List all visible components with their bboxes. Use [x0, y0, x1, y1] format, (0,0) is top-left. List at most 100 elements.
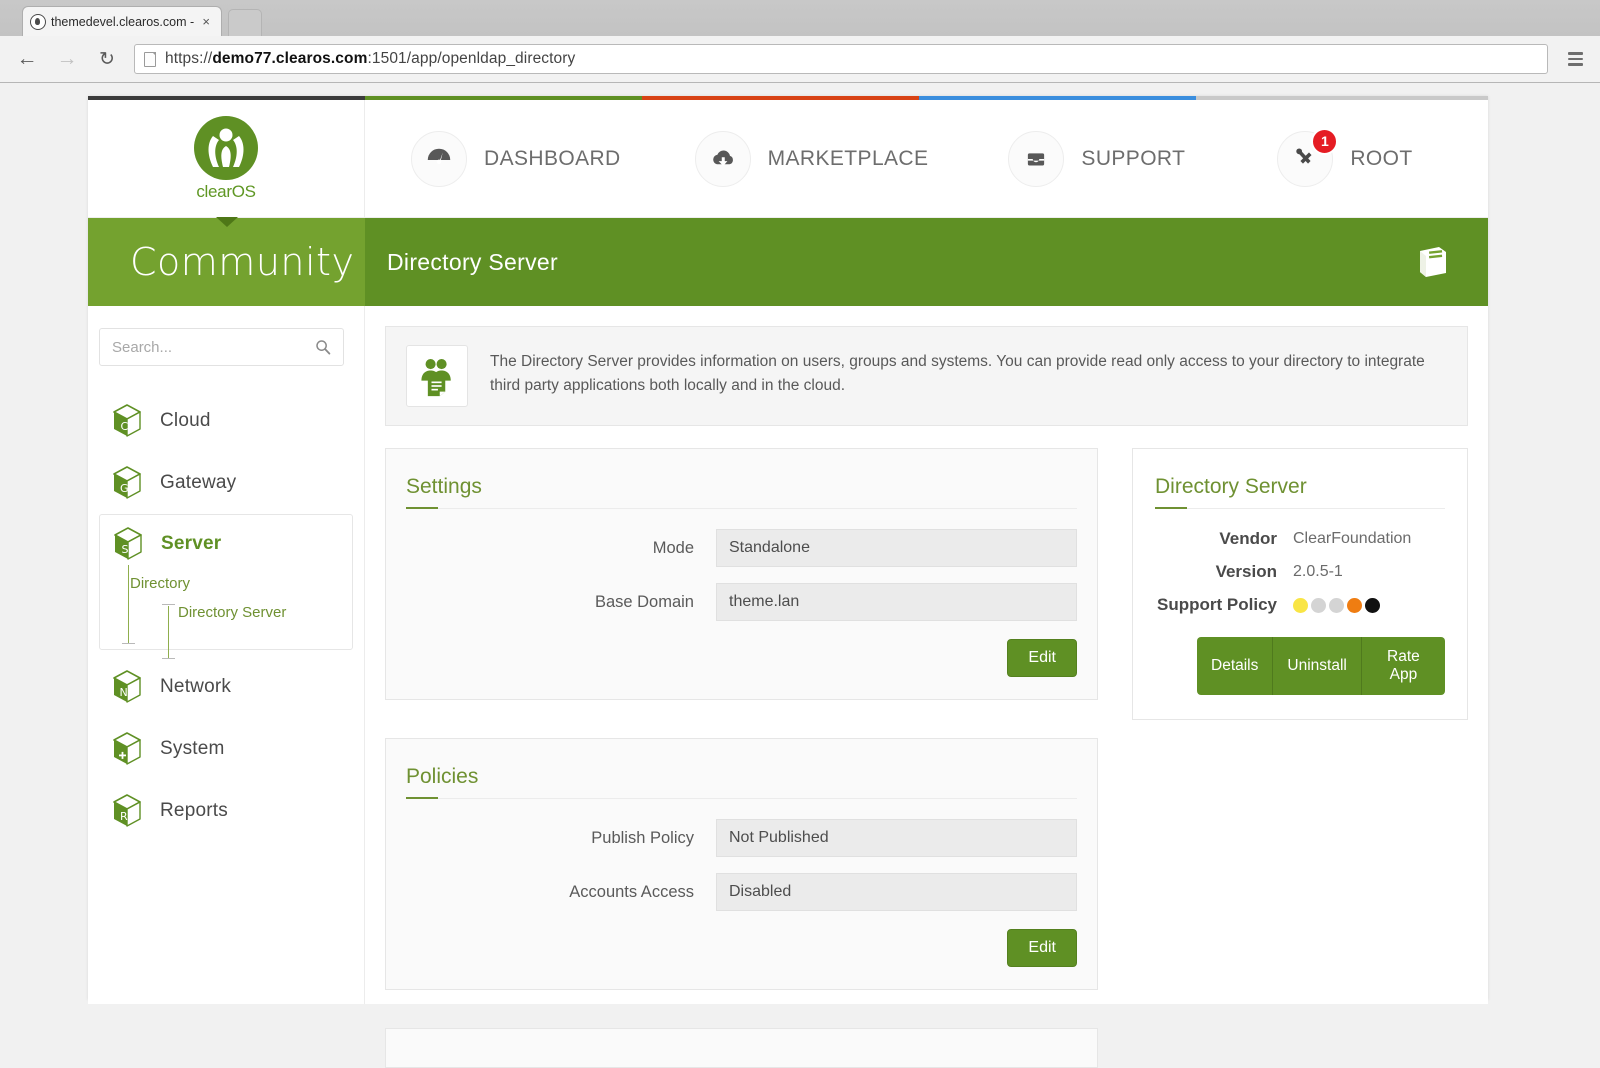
nav-item-dashboard[interactable]: DASHBOARD	[407, 130, 625, 187]
content-columns: Settings Mode Standalone Base Domain the…	[385, 448, 1468, 1068]
cube-icon: S	[111, 525, 145, 563]
search-box[interactable]	[99, 328, 344, 366]
close-icon[interactable]: ×	[198, 15, 214, 28]
app-description-banner: The Directory Server provides informatio…	[385, 326, 1468, 426]
tree-line-cap	[162, 604, 175, 605]
edition-label: Community	[130, 240, 355, 284]
settings-edit-button[interactable]: Edit	[1007, 639, 1077, 677]
banner-notch	[215, 217, 238, 227]
details-button[interactable]: Details	[1197, 637, 1274, 695]
browser-menu-icon[interactable]	[1560, 43, 1590, 75]
main-content: The Directory Server provides informatio…	[365, 306, 1488, 1068]
tree-line-cap	[122, 643, 135, 644]
url-path: :1501/app/openldap_directory	[367, 50, 576, 67]
reload-button[interactable]: ↻	[90, 42, 124, 76]
svg-text:S: S	[122, 543, 129, 556]
sidebar-item-reports[interactable]: R Reports	[88, 780, 364, 842]
users-document-icon	[406, 345, 468, 407]
clearos-logo-icon	[193, 115, 259, 181]
browser-tab-title: themedevel.clearos.com -	[51, 14, 195, 29]
brand-logo[interactable]: clearOS	[88, 100, 365, 217]
support-policy-dot-1	[1311, 597, 1326, 613]
tree-line	[168, 606, 169, 658]
tools-icon: 1	[1277, 127, 1339, 187]
field-label: Mode	[652, 538, 694, 557]
policies-panel: Policies Publish Policy Not Published Ac…	[385, 738, 1098, 990]
sidebar-item-system[interactable]: System	[88, 718, 364, 780]
sidebar-item-gateway[interactable]: G Gateway	[88, 452, 364, 514]
app-info-label: Version	[1215, 562, 1277, 581]
sidebar-item-label: Cloud	[160, 410, 211, 431]
sidebar-subitem-directory-server[interactable]: Directory Server	[130, 602, 352, 659]
sidebar-group-server: S Server Directory Directory Server	[99, 514, 353, 659]
nav-item-root[interactable]: 1 ROOT	[1273, 127, 1416, 187]
forward-button[interactable]: →	[50, 42, 84, 76]
notification-badge: 1	[1311, 127, 1339, 155]
cube-icon: R	[110, 792, 144, 830]
page-banner: Community Directory Server	[88, 217, 1488, 306]
sidebar-item-cloud[interactable]: C Cloud	[88, 390, 364, 452]
tree-line-cap	[162, 658, 175, 659]
settings-actions: Edit	[406, 639, 1077, 677]
url-scheme: https://	[165, 50, 213, 67]
sidebar-item-label: Gateway	[160, 472, 237, 493]
sidebar-item-network[interactable]: N Network	[88, 656, 364, 718]
settings-panel: Settings Mode Standalone Base Domain the…	[385, 448, 1098, 700]
sidebar-subtree: Directory Directory Server	[100, 565, 352, 659]
svg-text:G: G	[120, 482, 129, 495]
nav-item-support[interactable]: SUPPORT	[1004, 130, 1189, 187]
browser-tab[interactable]: themedevel.clearos.com - ×	[22, 6, 222, 36]
sidebar-subitem-label: Directory Server	[178, 604, 287, 621]
field-label: Accounts Access	[569, 882, 694, 901]
svg-text:C: C	[121, 420, 129, 433]
field-label: Base Domain	[594, 592, 694, 611]
support-policy-dot-2	[1329, 597, 1344, 613]
tree-line	[128, 565, 129, 643]
nav-label: SUPPORT	[1081, 146, 1186, 170]
app-info-title: Directory Server	[1155, 475, 1445, 509]
app-info-label: Support Policy	[1157, 595, 1277, 614]
app-description-text: The Directory Server provides informatio…	[490, 353, 1425, 394]
sidebar-item-server[interactable]: S Server	[100, 515, 352, 573]
field-row-accounts-access: Accounts Access Disabled	[406, 873, 1077, 911]
main-nav: DASHBOARD MARKETPLACE SUPPORT 1 ROOT	[365, 100, 1488, 217]
app-info-row-version: Version 2.0.5-1	[1155, 562, 1445, 582]
gauge-icon	[411, 130, 467, 187]
search-icon[interactable]	[315, 339, 331, 355]
field-row-publish-policy: Publish Policy Not Published	[406, 819, 1077, 857]
sidebar: C Cloud G Gateway	[88, 306, 365, 1004]
uninstall-button[interactable]: Uninstall	[1273, 637, 1362, 695]
nav-label: DASHBOARD	[484, 146, 621, 170]
inbox-icon	[1008, 130, 1065, 187]
sidebar-item-label: System	[160, 738, 225, 759]
edition-banner: Community	[88, 217, 365, 306]
page-title-banner: Directory Server	[365, 218, 1488, 306]
url-host: demo77.clearos.com	[212, 50, 368, 67]
sidebar-item-label: Reports	[160, 800, 228, 821]
field-label: Publish Policy	[591, 828, 694, 847]
address-bar[interactable]: https://demo77.clearos.com:1501/app/open…	[134, 44, 1548, 74]
cube-icon: C	[110, 402, 144, 440]
new-tab-button[interactable]	[228, 9, 262, 36]
book-icon[interactable]	[1412, 242, 1452, 282]
search-input[interactable]	[112, 338, 315, 356]
support-policy-dot-0	[1293, 597, 1308, 613]
nav-item-marketplace[interactable]: MARKETPLACE	[691, 130, 933, 187]
sidebar-subitem-directory[interactable]: Directory	[130, 573, 352, 602]
rate-app-button[interactable]: Rate App	[1361, 637, 1445, 695]
nav-label: MARKETPLACE	[767, 146, 929, 170]
field-row-base-domain: Base Domain theme.lan	[406, 583, 1077, 621]
sidebar-item-label: Server	[161, 533, 222, 554]
page-info-icon	[144, 51, 156, 67]
browser-tabstrip: themedevel.clearos.com - ×	[0, 0, 1600, 36]
app-info-row-vendor: Vendor ClearFoundation	[1155, 529, 1445, 549]
svg-text:N: N	[120, 686, 128, 699]
field-value-mode: Standalone	[716, 529, 1077, 567]
sidebar-menu: C Cloud G Gateway S Server Directory Dir…	[88, 390, 364, 842]
policies-edit-button[interactable]: Edit	[1007, 929, 1077, 967]
nav-label: ROOT	[1350, 146, 1413, 170]
next-panel-partial	[385, 1028, 1098, 1068]
app-info-value-vendor: ClearFoundation	[1293, 530, 1412, 547]
field-value-base-domain: theme.lan	[716, 583, 1077, 621]
back-button[interactable]: ←	[10, 42, 44, 76]
